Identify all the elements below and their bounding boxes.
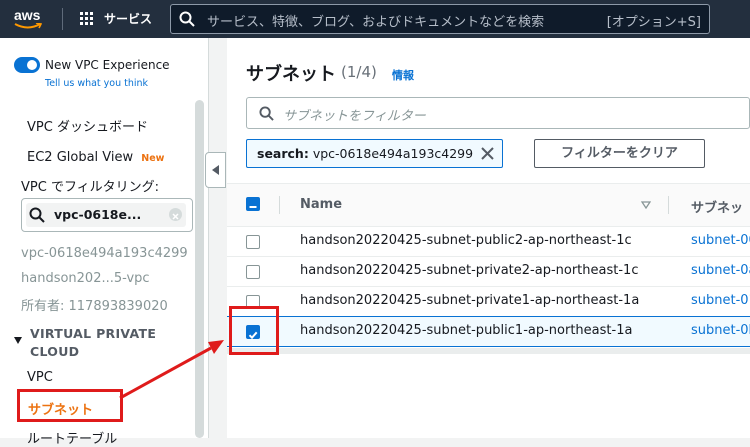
annotation-arrow-icon [119,340,224,400]
